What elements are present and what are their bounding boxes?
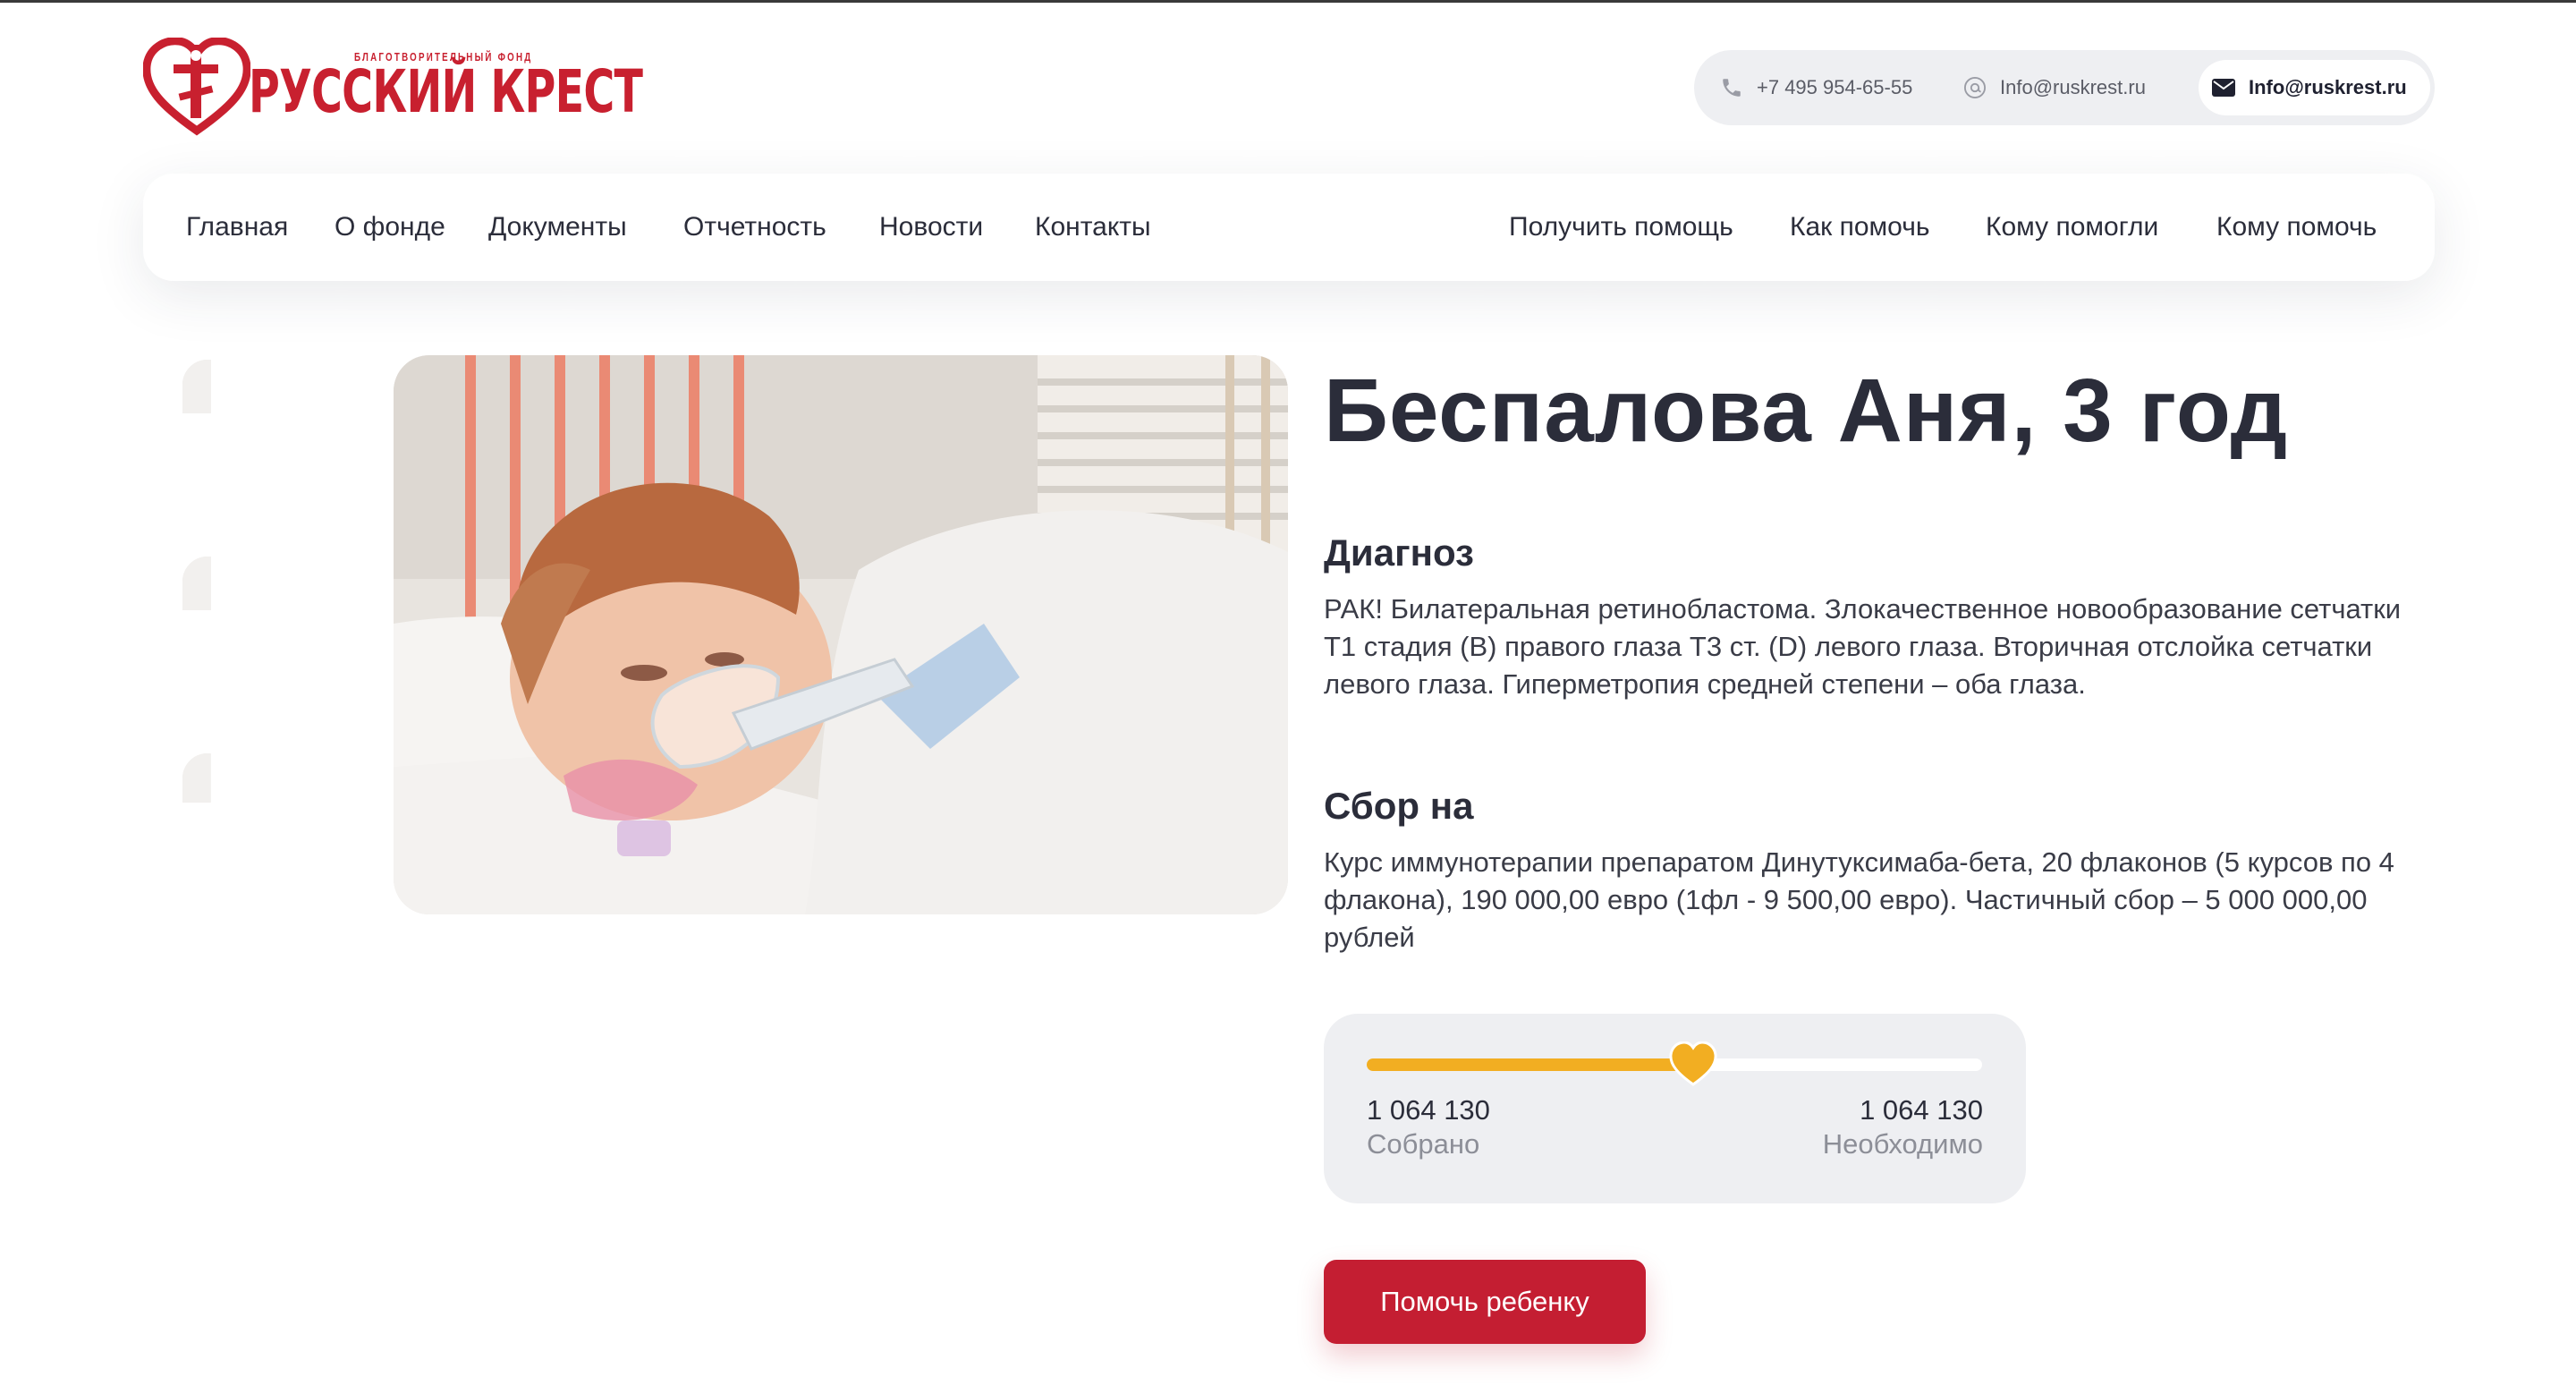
fundraise-heading: Сбор на bbox=[1324, 785, 1474, 827]
email-button[interactable]: Info@ruskrest.ru bbox=[2199, 60, 2430, 115]
nav-item-get-help[interactable]: Получить помощь bbox=[1509, 174, 1733, 281]
fundraising-progress-card: 1 064 130 Собрано 1 064 130 Необходимо bbox=[1324, 1014, 2026, 1203]
collected-label: Собрано bbox=[1367, 1128, 1480, 1160]
child-name-title: Беспалова Аня, 3 год bbox=[1324, 361, 2289, 461]
email-address: Info@ruskrest.ru bbox=[2000, 76, 2146, 98]
email-address-highlight: Info@ruskrest.ru bbox=[2249, 76, 2407, 98]
required-label: Необходимо bbox=[1822, 1128, 1983, 1160]
collected-amount: 1 064 130 bbox=[1367, 1094, 1490, 1126]
main-navigation: Главная О фонде Документы Отчетность Нов… bbox=[143, 174, 2435, 281]
nav-item-about[interactable]: О фонде bbox=[335, 174, 445, 281]
help-child-button[interactable]: Помочь ребенку bbox=[1324, 1260, 1646, 1344]
nav-item-who-to-help[interactable]: Кому помочь bbox=[2216, 174, 2377, 281]
envelope-icon bbox=[2211, 75, 2236, 100]
phone-link[interactable]: +7 495 954-65-55 bbox=[1719, 50, 1912, 125]
gallery-thumbnail[interactable] bbox=[182, 753, 354, 916]
contacts-bar: +7 495 954-65-55 Info@ruskrest.ru Info@r… bbox=[1694, 50, 2435, 125]
nav-item-news[interactable]: Новости bbox=[879, 174, 983, 281]
progress-fill bbox=[1367, 1058, 1693, 1071]
diagnosis-text: РАК! Билатеральная ретинобластома. Злока… bbox=[1324, 593, 2402, 700]
nav-item-home[interactable]: Главная bbox=[186, 174, 288, 281]
site-logo[interactable]: БЛАГОТВОРИТЕЛЬНЫЙ ФОНД РУССКИЙ КРЕСТ bbox=[143, 38, 643, 136]
window-top-border bbox=[0, 0, 2576, 3]
nav-item-contacts[interactable]: Контакты bbox=[1035, 174, 1151, 281]
heart-cross-logo-icon bbox=[143, 38, 250, 136]
phone-icon bbox=[1719, 75, 1744, 100]
child-main-photo[interactable] bbox=[394, 355, 1288, 914]
email-link[interactable]: Info@ruskrest.ru bbox=[1962, 50, 2146, 125]
gallery-thumbnail[interactable] bbox=[182, 557, 354, 728]
nav-item-how-to-help[interactable]: Как помочь bbox=[1790, 174, 1929, 281]
at-sign-icon bbox=[1962, 75, 1987, 100]
child-photo-thumbnail bbox=[182, 753, 354, 916]
child-photo-thumbnail bbox=[182, 557, 354, 728]
diagnosis-heading: Диагноз bbox=[1324, 531, 1474, 574]
progress-track bbox=[1367, 1041, 1982, 1086]
gallery-thumbnail[interactable] bbox=[182, 360, 354, 531]
fundraise-text: Курс иммунотерапии препаратом Динутуксим… bbox=[1324, 846, 2394, 953]
nav-item-reports[interactable]: Отчетность bbox=[683, 174, 826, 281]
phone-number: +7 495 954-65-55 bbox=[1757, 76, 1913, 98]
child-photo-thumbnail bbox=[182, 360, 354, 531]
required-amount: 1 064 130 bbox=[1860, 1094, 1983, 1126]
nav-item-helped[interactable]: Кому помогли bbox=[1986, 174, 2158, 281]
heart-icon bbox=[1669, 1041, 1717, 1086]
child-photo bbox=[394, 355, 1288, 914]
logo-title: РУССКИЙ КРЕСТ bbox=[249, 57, 643, 126]
nav-item-documents[interactable]: Документы bbox=[488, 174, 627, 281]
